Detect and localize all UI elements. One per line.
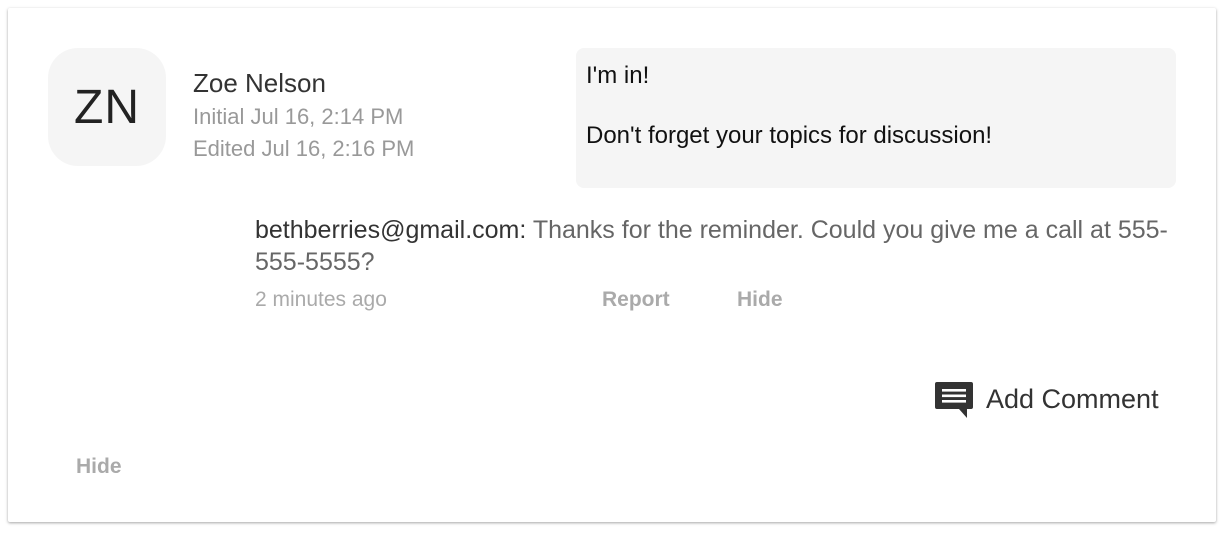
message-line: Don't forget your topics for discussion!	[586, 122, 993, 149]
author-name: Zoe Nelson	[193, 68, 326, 98]
add-comment-label: Add Comment	[986, 383, 1159, 414]
add-comment-button[interactable]: Add Comment	[934, 378, 1159, 420]
hide-thread-button[interactable]: Hide	[76, 455, 122, 479]
reply-text: bethberries@gmail.com: Thanks for the re…	[255, 214, 1175, 278]
hide-reply-button[interactable]: Hide	[737, 288, 783, 312]
avatar: ZN	[48, 48, 166, 166]
comment-card: ZN Zoe Nelson Initial Jul 16, 2:14 PM Ed…	[8, 8, 1216, 522]
comment-icon	[934, 379, 974, 419]
message-bubble: I'm in! Don't forget your topics for dis…	[576, 48, 1176, 188]
initial-timestamp: Initial Jul 16, 2:14 PM	[193, 104, 404, 129]
report-button[interactable]: Report	[602, 288, 670, 312]
reply-author: bethberries@gmail.com:	[255, 216, 527, 244]
message-line: I'm in!	[586, 62, 650, 89]
reply-timestamp: 2 minutes ago	[255, 288, 387, 311]
edited-timestamp: Edited Jul 16, 2:16 PM	[193, 136, 415, 161]
